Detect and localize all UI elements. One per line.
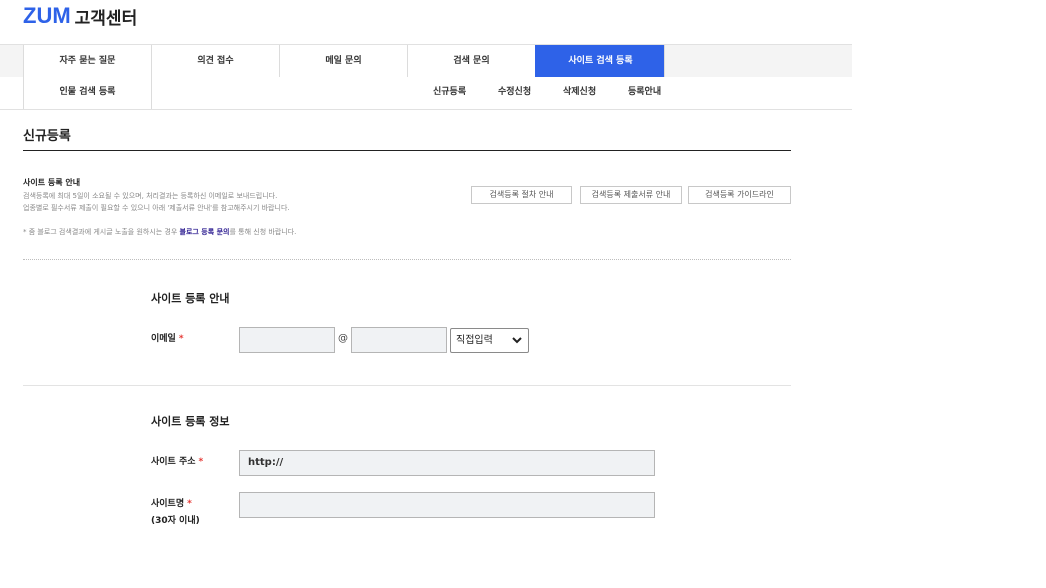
brand-logo: ZUM — [23, 3, 71, 28]
section-title-registration-guide: 사이트 등록 안내 — [151, 292, 230, 305]
site-url-label: 사이트 주소 * — [151, 455, 203, 469]
dotted-divider — [23, 259, 791, 260]
email-label: 이메일 * — [151, 332, 184, 346]
required-mark: * — [178, 334, 184, 344]
tab-search-inquiry[interactable]: 검색 문의 — [407, 45, 535, 77]
site-name-label-text: 사이트명 — [151, 499, 185, 509]
email-domain-input[interactable] — [351, 327, 447, 353]
subnav-person-search[interactable]: 인물 검색 등록 — [23, 77, 152, 109]
guide-line-2: 업종별로 필수서류 제출이 필요할 수 있으니 아래 '제출서류 안내'를 참고… — [23, 204, 290, 212]
section-title-site-info: 사이트 등록 정보 — [151, 415, 230, 428]
site-name-label: 사이트명 * — [151, 497, 192, 511]
procedure-guide-button[interactable]: 검색등록 절차 안내 — [471, 186, 572, 204]
guide-line-1: 검색등록에 최대 5일이 소요될 수 있으며, 처리결과는 등록하신 이메일로 … — [23, 192, 278, 200]
section-divider — [23, 385, 791, 386]
sub-nav: 인물 검색 등록 신규등록 수정신청 삭제신청 등록안내 — [0, 77, 852, 110]
tab-mail-inquiry[interactable]: 메일 문의 — [279, 45, 407, 77]
guide-note: * 줌 블로그 검색결과에 게시글 노출을 원하시는 경우 블로그 등록 문의를… — [23, 227, 296, 237]
documents-guide-button[interactable]: 검색등록 제출서류 안내 — [580, 186, 682, 204]
main-tab-bar: 자주 묻는 질문 의견 접수 메일 문의 검색 문의 사이트 검색 등록 — [0, 44, 852, 78]
email-domain-select-value: 직접입력 — [456, 335, 493, 346]
site-url-input[interactable]: http:// — [239, 450, 655, 476]
subnav-registration-guide[interactable]: 등록안내 — [628, 77, 661, 109]
header-title: 고객센터 — [74, 8, 138, 29]
required-mark: * — [187, 499, 192, 509]
tab-faq[interactable]: 자주 묻는 질문 — [23, 45, 151, 77]
required-mark: * — [198, 457, 204, 467]
email-domain-select[interactable]: 직접입력 — [450, 328, 529, 353]
subnav-delete-request[interactable]: 삭제신청 — [563, 77, 596, 109]
chevron-down-icon — [512, 337, 522, 344]
site-url-value: http:// — [248, 457, 284, 468]
guideline-button[interactable]: 검색등록 가이드라인 — [688, 186, 791, 204]
at-sign: @ — [338, 333, 348, 344]
subnav-modify-request[interactable]: 수정신청 — [498, 77, 531, 109]
guide-note-suffix: 를 통해 신청 바랍니다. — [229, 228, 297, 236]
title-divider — [23, 150, 791, 151]
page-title: 신규등록 — [23, 129, 71, 144]
tab-feedback[interactable]: 의견 접수 — [151, 45, 279, 77]
guide-note-prefix: * 줌 블로그 검색결과에 게시글 노출을 원하시는 경우 — [23, 228, 180, 236]
blog-registration-link[interactable]: 블로그 등록 문의 — [180, 228, 230, 236]
email-id-input[interactable] — [239, 327, 335, 353]
email-label-text: 이메일 — [151, 334, 176, 344]
site-name-input[interactable] — [239, 492, 655, 518]
subnav-new-registration[interactable]: 신규등록 — [433, 77, 466, 109]
tab-site-search-registration[interactable]: 사이트 검색 등록 — [535, 45, 665, 77]
site-url-label-text: 사이트 주소 — [151, 457, 196, 467]
guide-heading: 사이트 등록 안내 — [23, 178, 81, 187]
logo[interactable]: ZUM 고객센터 — [23, 3, 138, 29]
site-name-hint: (30자 이내) — [151, 516, 200, 526]
tab-divider — [664, 45, 665, 77]
